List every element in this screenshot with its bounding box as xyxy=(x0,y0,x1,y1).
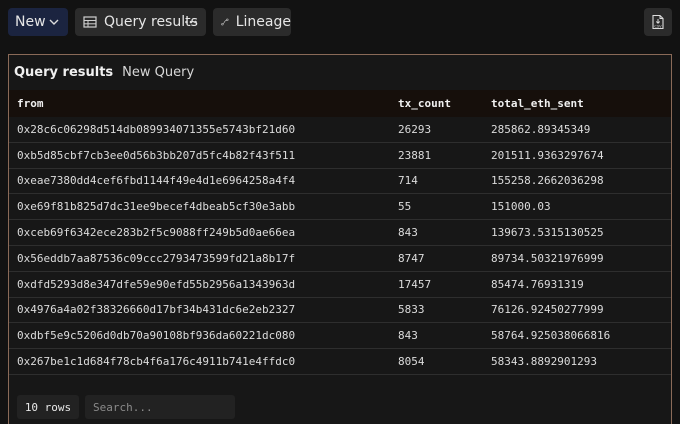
panel-subtitle: New Query xyxy=(122,64,195,80)
cell-tx-count: 26293 xyxy=(398,122,432,136)
chevron-down-icon xyxy=(49,19,59,25)
cell-tx-count: 23881 xyxy=(398,148,432,162)
table-row: 0x28c6c06298d514db089934071355e5743bf21d… xyxy=(9,117,671,143)
cell-tx-count: 5833 xyxy=(398,303,425,317)
table-row: 0x267be1c1d684f78cb4f6a176c4911b741e4ffd… xyxy=(9,349,671,375)
cell-tx-count: 843 xyxy=(398,329,418,343)
query-results-tab[interactable]: Query results xyxy=(75,8,206,36)
cell-from: 0x267be1c1d684f78cb4f6a176c4911b741e4ffd… xyxy=(17,355,296,369)
table-row: 0xb5d85cbf7cb3ee0d56b3bb207d5fc4b82f43f5… xyxy=(9,143,671,169)
cell-total-eth-sent: 89734.50321976999 xyxy=(491,251,604,265)
cell-total-eth-sent: 151000.03 xyxy=(491,200,551,214)
cell-tx-count: 8054 xyxy=(398,355,425,369)
table-row: 0xdfd5293d8e347dfe59e90efd55b2956a134396… xyxy=(9,272,671,298)
cell-total-eth-sent: 76126.92450277999 xyxy=(491,303,604,317)
cell-tx-count: 17457 xyxy=(398,277,432,291)
svg-text:CSV: CSV xyxy=(654,24,662,28)
cell-total-eth-sent: 285862.89345349 xyxy=(491,122,591,136)
cell-from: 0xdfd5293d8e347dfe59e90efd55b2956a134396… xyxy=(17,277,296,291)
cell-tx-count: 8747 xyxy=(398,251,425,265)
new-button[interactable]: New xyxy=(8,8,68,36)
table-row: 0xe69f81b825d7dc31ee9becef4dbeab5cf30e3a… xyxy=(9,194,671,221)
lineage-tab[interactable]: Lineage xyxy=(213,8,291,36)
column-header-tx-count[interactable]: tx_count xyxy=(398,97,491,110)
cell-from: 0xeae7380dd4cef6fbd1144f49e4d1e6964258a4… xyxy=(17,174,296,188)
cell-from: 0x4976a4a02f38326660d17bf34b431dc6e2eb23… xyxy=(17,303,296,317)
lineage-tab-label: Lineage xyxy=(235,14,291,30)
cell-total-eth-sent: 201511.9363297674 xyxy=(491,148,604,162)
cell-total-eth-sent: 85474.76931319 xyxy=(491,277,584,291)
toolbar: New Query results Lineage CSV xyxy=(0,0,680,44)
cell-tx-count: 714 xyxy=(398,174,418,188)
table-row: 0x4976a4a02f38326660d17bf34b431dc6e2eb23… xyxy=(9,298,671,324)
panel-header: Query results New Query xyxy=(9,55,671,89)
column-header-total-eth-sent[interactable]: total_eth_sent xyxy=(491,97,671,110)
table-row: 0x56eddb7aa87536c09ccc2793473599fd21a8b1… xyxy=(9,246,671,272)
export-csv-button[interactable]: CSV xyxy=(644,8,672,36)
table-row: 0xeae7380dd4cef6fbd1144f49e4d1e6964258a4… xyxy=(9,169,671,195)
table-row: 0xceb69f6342ece283b2f5c9088ff249b5d0ae66… xyxy=(9,220,671,246)
table-footer: 10 rows xyxy=(9,393,671,423)
rows-per-page-button[interactable]: 10 rows xyxy=(17,395,79,419)
search-input[interactable] xyxy=(85,395,235,419)
cell-tx-count: 843 xyxy=(398,226,418,240)
new-button-label: New xyxy=(15,14,46,30)
cell-total-eth-sent: 58764.925038066816 xyxy=(491,329,611,343)
column-header-from[interactable]: from xyxy=(9,97,398,110)
panel-title: Query results xyxy=(14,64,114,80)
table-row: 0xdbf5e9c5206d0db70a90108bf936da60221dc0… xyxy=(9,323,671,350)
cell-from: 0xceb69f6342ece283b2f5c9088ff249b5d0ae66… xyxy=(17,226,296,240)
cell-from: 0x56eddb7aa87536c09ccc2793473599fd21a8b1… xyxy=(17,251,296,265)
results-panel: Query results New Query from tx_count to… xyxy=(8,54,672,424)
results-table: from tx_count total_eth_sent 0x28c6c0629… xyxy=(9,90,671,375)
cell-total-eth-sent: 58343.8892901293 xyxy=(491,355,597,369)
cell-from: 0xdbf5e9c5206d0db70a90108bf936da60221dc0… xyxy=(17,329,296,343)
lineage-icon xyxy=(221,18,229,26)
cell-tx-count: 55 xyxy=(398,200,412,214)
cell-from: 0xb5d85cbf7cb3ee0d56b3bb207d5fc4b82f43f5… xyxy=(17,148,296,162)
table-icon xyxy=(83,16,97,28)
cell-from: 0x28c6c06298d514db089934071355e5743bf21d… xyxy=(17,122,296,136)
cell-from: 0xe69f81b825d7dc31ee9becef4dbeab5cf30e3a… xyxy=(17,200,296,214)
csv-download-icon: CSV xyxy=(652,14,664,30)
more-options-icon[interactable] xyxy=(184,15,198,29)
cell-total-eth-sent: 155258.2662036298 xyxy=(491,174,604,188)
cell-total-eth-sent: 139673.5315130525 xyxy=(491,226,604,240)
table-header: from tx_count total_eth_sent xyxy=(9,90,671,117)
